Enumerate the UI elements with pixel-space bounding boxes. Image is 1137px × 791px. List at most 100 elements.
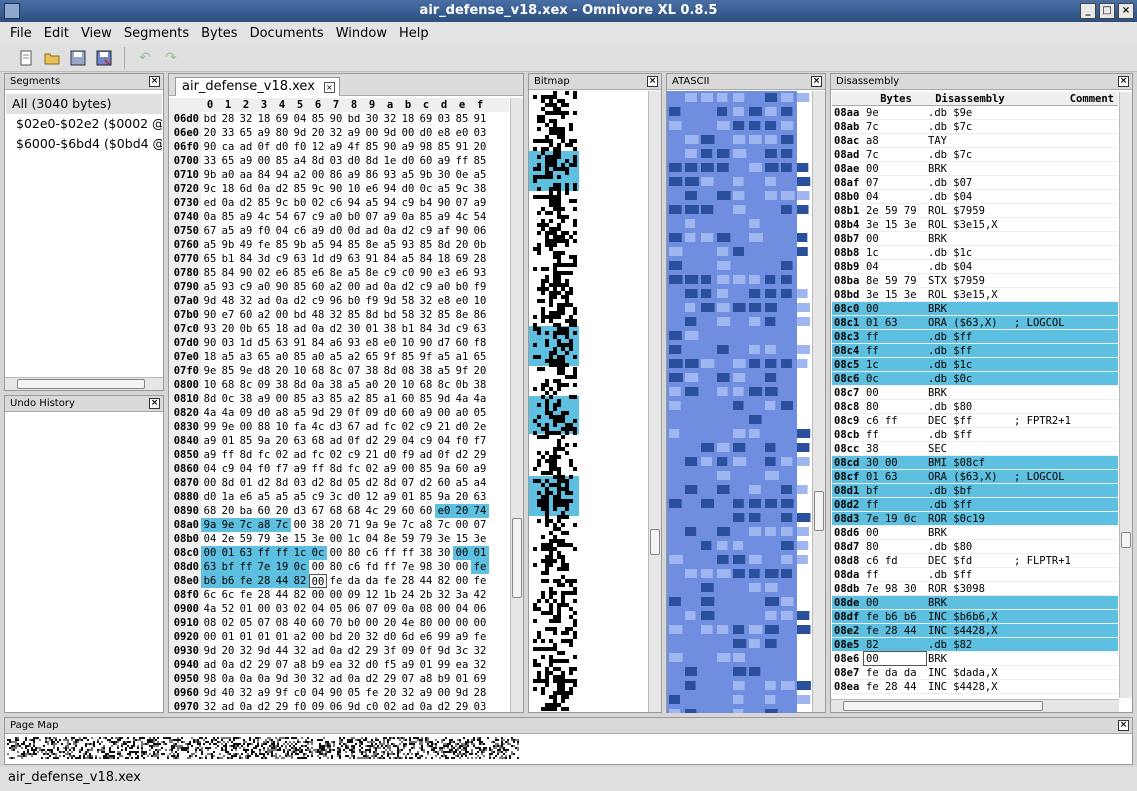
hex-byte-cell[interactable]: 29 [453, 700, 471, 712]
hex-byte-cell[interactable]: 63 [273, 336, 291, 350]
hex-byte-cell[interactable]: d0 [399, 154, 417, 168]
hex-byte-cell[interactable]: 0a [381, 280, 399, 294]
hex-byte-cell[interactable]: 32 [237, 294, 255, 308]
hex-byte-cell[interactable]: 40 [291, 616, 309, 630]
hex-byte-cell[interactable]: 0a [309, 378, 327, 392]
hex-byte-cell[interactable]: 32 [471, 658, 489, 672]
hex-byte-cell[interactable]: a0 [453, 406, 471, 420]
hex-byte-cell[interactable]: a2 [291, 168, 309, 182]
hex-byte-cell[interactable]: 01 [273, 630, 291, 644]
hex-byte-cell[interactable]: 3f [381, 644, 399, 658]
hex-byte-cell[interactable]: a2 [291, 630, 309, 644]
hex-byte-cell[interactable]: 7c [399, 518, 417, 532]
hex-byte-cell[interactable]: 0a [219, 658, 237, 672]
hex-byte-cell[interactable]: 3d [435, 322, 453, 336]
hex-byte-cell[interactable]: ad [363, 280, 381, 294]
hex-byte-cell[interactable]: 30 [345, 322, 363, 336]
hex-byte-cell[interactable]: 94 [345, 196, 363, 210]
disassembly-vscrollbar[interactable] [1119, 92, 1132, 698]
hex-byte-cell[interactable]: bf [219, 560, 237, 574]
hex-vscrollbar[interactable] [510, 98, 523, 712]
hex-byte-cell[interactable]: ea [327, 658, 345, 672]
hex-byte-cell[interactable]: b0 [291, 196, 309, 210]
hex-byte-cell[interactable]: 04 [201, 532, 219, 546]
hex-byte-cell[interactable]: 84 [219, 266, 237, 280]
disassembly-row[interactable]: 08b4 3e 15 3e ROL $3e15,X [832, 218, 1118, 232]
hex-byte-cell[interactable]: 8d [237, 448, 255, 462]
hex-byte-cell[interactable]: 20 [219, 322, 237, 336]
hex-byte-cell[interactable]: 8d [327, 462, 345, 476]
hex-byte-cell[interactable]: 9e [381, 518, 399, 532]
hex-byte-cell[interactable]: 9f [381, 350, 399, 364]
hex-byte-cell[interactable]: a5 [435, 182, 453, 196]
hex-byte-cell[interactable]: 07 [345, 364, 363, 378]
hex-byte-cell[interactable]: 85 [435, 308, 453, 322]
hex-byte-cell[interactable]: fe [363, 686, 381, 700]
hex-byte-cell[interactable]: 0f [417, 644, 435, 658]
hex-byte-cell[interactable]: 8d [381, 476, 399, 490]
hex-byte-cell[interactable]: ad [363, 420, 381, 434]
hex-byte-cell[interactable]: 05 [237, 616, 255, 630]
hex-byte-cell[interactable]: e6 [417, 630, 435, 644]
disassembly-row[interactable]: 08c8 80 .db $80 [832, 400, 1118, 414]
hex-byte-cell[interactable]: 00 [399, 126, 417, 140]
hex-byte-cell[interactable]: a5 [399, 168, 417, 182]
hex-byte-cell[interactable]: 4c [363, 504, 381, 518]
hex-byte-cell[interactable]: fe [381, 574, 399, 588]
hex-byte-cell[interactable]: 18 [219, 182, 237, 196]
hex-byte-cell[interactable]: b9 [435, 672, 453, 686]
hex-byte-cell[interactable]: bd [327, 630, 345, 644]
hex-byte-cell[interactable]: 98 [417, 140, 435, 154]
hex-byte-cell[interactable]: 85 [291, 392, 309, 406]
hex-byte-cell[interactable]: fc [345, 462, 363, 476]
hex-byte-cell[interactable]: a5 [327, 350, 345, 364]
hex-byte-cell[interactable]: 59 [237, 532, 255, 546]
hex-byte-cell[interactable]: 32 [363, 630, 381, 644]
hex-byte-cell[interactable]: d0 [399, 182, 417, 196]
hex-byte-cell[interactable]: d2 [363, 672, 381, 686]
disassembly-row[interactable]: 08c7 00 BRK [832, 386, 1118, 400]
hex-byte-cell[interactable]: 00 [363, 126, 381, 140]
hex-byte-cell[interactable]: c9 [273, 252, 291, 266]
hex-byte-cell[interactable]: 4a [201, 406, 219, 420]
hex-byte-cell[interactable]: 8d [219, 476, 237, 490]
hex-byte-cell[interactable]: 04 [273, 224, 291, 238]
hex-byte-cell[interactable]: 0a [273, 294, 291, 308]
disassembly-row[interactable]: 08e5 82 .db $82 [832, 638, 1118, 652]
hex-byte-cell[interactable]: 32 [345, 658, 363, 672]
hex-byte-cell[interactable]: 6c [201, 588, 219, 602]
hex-byte-cell[interactable]: ad [309, 644, 327, 658]
hex-byte-cell[interactable]: 02 [255, 266, 273, 280]
hex-byte-cell[interactable]: 05 [327, 602, 345, 616]
hex-byte-cell[interactable]: 68 [309, 434, 327, 448]
hex-byte-cell[interactable]: d2 [255, 476, 273, 490]
hex-byte-cell[interactable]: da [363, 574, 381, 588]
hex-byte-cell[interactable]: c6 [327, 196, 345, 210]
hex-byte-cell[interactable]: a5 [471, 168, 489, 182]
hex-byte-cell[interactable]: 0b [471, 238, 489, 252]
hex-byte-cell[interactable]: 03 [273, 602, 291, 616]
hex-byte-cell[interactable]: c9 [309, 294, 327, 308]
hex-byte-cell[interactable]: e0 [453, 126, 471, 140]
hex-byte-cell[interactable]: e8 [435, 126, 453, 140]
hex-byte-cell[interactable]: fe [471, 630, 489, 644]
hex-byte-cell[interactable]: 10 [399, 336, 417, 350]
hex-byte-cell[interactable]: 21 [363, 448, 381, 462]
hex-byte-cell[interactable]: 84 [309, 336, 327, 350]
hex-byte-cell[interactable]: ff [219, 448, 237, 462]
hex-byte-cell[interactable]: 58 [399, 308, 417, 322]
hex-byte-cell[interactable]: 86 [471, 308, 489, 322]
hex-byte-cell[interactable]: 0a [327, 644, 345, 658]
hex-byte-cell[interactable]: a3 [309, 392, 327, 406]
hex-byte-cell[interactable]: 60 [399, 392, 417, 406]
disassembly-row[interactable]: 08cf 01 63 ORA ($63,X); LOGCOL [832, 470, 1118, 484]
hex-byte-cell[interactable]: 00 [201, 476, 219, 490]
hex-byte-cell[interactable]: 05 [345, 686, 363, 700]
hex-byte-cell[interactable]: 20 [381, 686, 399, 700]
hex-byte-cell[interactable]: 85 [273, 154, 291, 168]
hex-byte-cell[interactable]: f9 [363, 294, 381, 308]
hex-byte-cell[interactable]: 4c [255, 210, 273, 224]
hex-byte-cell[interactable]: 02 [399, 420, 417, 434]
hex-byte-cell[interactable]: b4 [417, 196, 435, 210]
hex-byte-cell[interactable]: a5 [255, 490, 273, 504]
